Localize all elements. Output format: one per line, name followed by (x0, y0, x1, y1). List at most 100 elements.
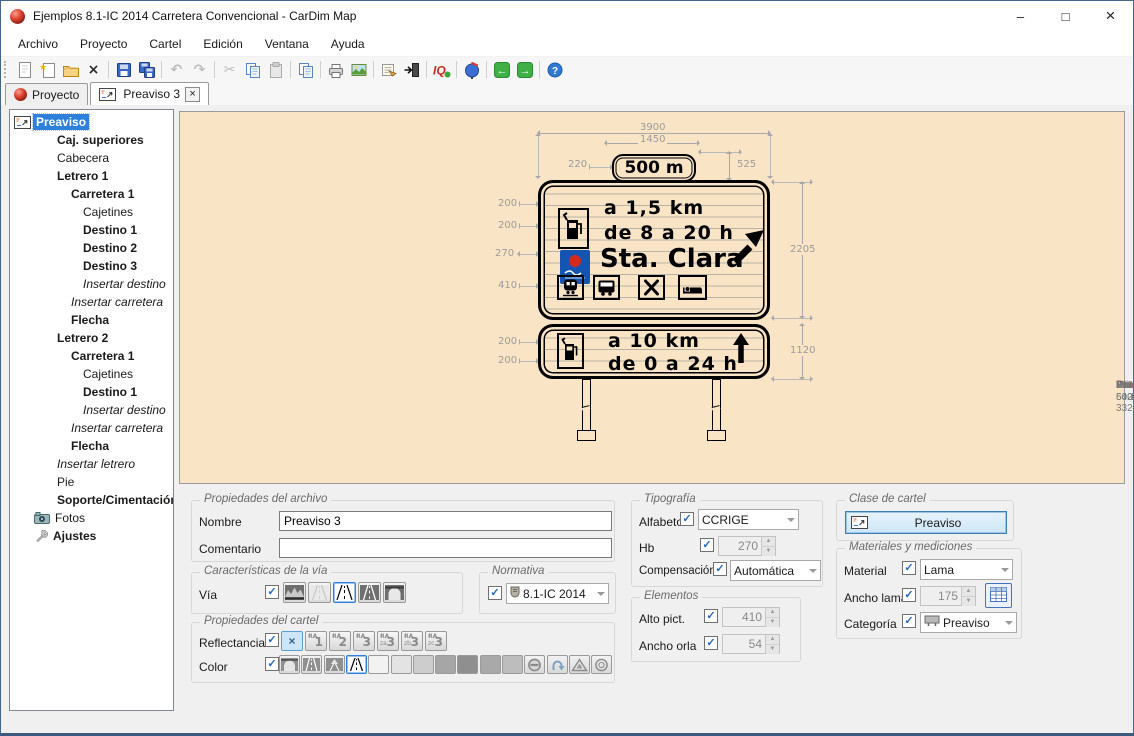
cut-icon[interactable]: ✂ (218, 59, 241, 80)
forward-icon[interactable]: → (513, 59, 536, 80)
alto-pict-checkbox[interactable]: ✓ (704, 609, 718, 623)
tree-item-destino-3[interactable]: Destino 3 (10, 257, 173, 275)
stepper-arrows-icon[interactable]: ▲▼ (761, 537, 775, 555)
alfabeto-checkbox[interactable]: ✓ (680, 512, 694, 526)
color-swatch-button[interactable] (480, 655, 501, 674)
menu-archivo[interactable]: Archivo (7, 33, 69, 55)
ancho-orla-stepper[interactable]: 54 ▲▼ (722, 634, 780, 654)
material-checkbox[interactable]: ✓ (902, 561, 916, 575)
save-all-icon[interactable] (135, 59, 158, 80)
tab-close-icon[interactable]: × (185, 87, 200, 102)
copy-drawing-icon[interactable] (294, 59, 317, 80)
tree-item-insertar-letrero[interactable]: Insertar letrero (10, 455, 173, 473)
tree-item-letrero-1[interactable]: Letrero 1 (10, 167, 173, 185)
normativa-checkbox[interactable]: ✓ (488, 586, 502, 600)
menu-proyecto[interactable]: Proyecto (69, 33, 138, 55)
tree-item-preaviso[interactable]: Preaviso (10, 113, 173, 131)
color-swatch-button[interactable] (368, 655, 389, 674)
print-icon[interactable] (324, 59, 347, 80)
color-swatch-button[interactable] (457, 655, 478, 674)
alto-pict-stepper[interactable]: 410 ▲▼ (722, 607, 780, 627)
new-from-template-icon[interactable]: ★ (36, 59, 59, 80)
back-icon[interactable]: ← (490, 59, 513, 80)
tree-item-destino-2[interactable]: Destino 2 (10, 239, 173, 257)
color-checkbox[interactable]: ✓ (265, 657, 279, 671)
color-swatch-button[interactable] (413, 655, 434, 674)
reflectancia-ra2-button[interactable]: RA2 (329, 631, 351, 651)
via-checkbox[interactable]: ✓ (265, 585, 279, 599)
reflectancia-checkbox[interactable]: ✓ (265, 633, 279, 647)
tree-item-insertar-carretera[interactable]: Insertar carretera (10, 293, 173, 311)
tree-item-soporte-cimentaci-n[interactable]: Soporte/Cimentación (10, 491, 173, 509)
tree-item-letrero-2[interactable]: Letrero 2 (10, 329, 173, 347)
tree-item-fotos[interactable]: Fotos (10, 509, 173, 527)
stepper-arrows-icon[interactable]: ▲▼ (765, 608, 779, 626)
new-file-icon[interactable] (13, 59, 36, 80)
tree-item-insertar-destino[interactable]: Insertar destino (10, 401, 173, 419)
distance-plate[interactable]: 500 m (612, 154, 696, 182)
maximize-button[interactable]: □ (1043, 1, 1088, 31)
color-detour-arrow-button[interactable] (547, 655, 568, 674)
categoria-checkbox[interactable]: ✓ (902, 614, 916, 628)
menu-cartel[interactable]: Cartel (138, 33, 192, 55)
nombre-input[interactable] (279, 511, 612, 531)
tree-item-carretera-1[interactable]: Carretera 1 (10, 185, 173, 203)
ancho-lamas-stepper[interactable]: 175 ▲▼ (920, 586, 976, 606)
color-motorway-button[interactable] (279, 655, 300, 674)
tree-item-caj-superiores[interactable]: Caj. superiores (10, 131, 173, 149)
delete-icon[interactable]: × (82, 59, 105, 80)
undo-icon[interactable]: ↶ (165, 59, 188, 80)
hb-checkbox[interactable]: ✓ (700, 538, 714, 552)
tree-item-ajustes[interactable]: Ajustes (10, 527, 173, 545)
clase-preaviso-button[interactable]: Preaviso (845, 511, 1007, 534)
compensacion-checkbox[interactable]: ✓ (713, 562, 727, 576)
via-type-road-conventional-button[interactable] (333, 582, 356, 603)
tree-item-cajetines[interactable]: Cajetines (10, 365, 173, 383)
stepper-arrows-icon[interactable]: ▲▼ (961, 587, 975, 605)
color-road-sign-button[interactable] (324, 655, 345, 674)
tree-item-insertar-carretera[interactable]: Insertar carretera (10, 419, 173, 437)
tab-proyecto[interactable]: Proyecto (5, 83, 88, 105)
stepper-arrows-icon[interactable]: ▲▼ (765, 635, 779, 653)
edit-data-icon[interactable] (377, 59, 400, 80)
color-autovia-button[interactable] (301, 655, 322, 674)
reflectancia-razc3-button[interactable]: RAzc3 (425, 631, 447, 651)
color-ring-button[interactable] (591, 655, 612, 674)
tab-preaviso-3[interactable]: Preaviso 3 × (90, 82, 209, 105)
tree-item-insertar-destino[interactable]: Insertar destino (10, 275, 173, 293)
hb-stepper[interactable]: 270 ▲▼ (718, 536, 776, 556)
via-type-road-marked-button[interactable] (358, 582, 381, 603)
categoria-select[interactable]: Preaviso (920, 612, 1017, 633)
lamas-table-button[interactable] (985, 583, 1012, 608)
material-select[interactable]: Lama (920, 559, 1013, 580)
redo-icon[interactable]: ↷ (188, 59, 211, 80)
minimize-button[interactable]: – (998, 1, 1043, 31)
color-prohibition-button[interactable] (524, 655, 545, 674)
color-swatch-button[interactable] (391, 655, 412, 674)
close-button[interactable]: × (1088, 1, 1133, 31)
save-icon[interactable] (112, 59, 135, 80)
reflectancia-ra1-button[interactable]: RA1 (305, 631, 327, 651)
comentario-input[interactable] (279, 538, 612, 558)
ancho-lamas-checkbox[interactable]: ✓ (902, 588, 916, 602)
menu-edici-n[interactable]: Edición (192, 33, 253, 55)
via-type-terrain-button[interactable] (283, 582, 306, 603)
color-road-white-button[interactable] (346, 655, 367, 674)
compensacion-select[interactable]: Automática (730, 560, 821, 581)
help-icon[interactable]: ? (543, 59, 566, 80)
paste-icon[interactable] (264, 59, 287, 80)
tree-item-cajetines[interactable]: Cajetines (10, 203, 173, 221)
color-swatch-button[interactable] (502, 655, 523, 674)
ancho-orla-checkbox[interactable]: ✓ (704, 636, 718, 650)
alfabeto-select[interactable]: CCRIGE (698, 509, 799, 530)
reflectancia-razb3-button[interactable]: RAzb3 (401, 631, 423, 651)
reflectancia-none-button[interactable]: × (281, 631, 303, 651)
export-image-icon[interactable] (347, 59, 370, 80)
menu-ayuda[interactable]: Ayuda (320, 33, 376, 55)
tree-item-destino-1[interactable]: Destino 1 (10, 383, 173, 401)
tree-item-pie[interactable]: Pie (10, 473, 173, 491)
via-type-bridge-button[interactable] (383, 582, 406, 603)
tree-item-flecha[interactable]: Flecha (10, 437, 173, 455)
tree-item-cabecera[interactable]: Cabecera (10, 149, 173, 167)
import-icon[interactable] (400, 59, 423, 80)
